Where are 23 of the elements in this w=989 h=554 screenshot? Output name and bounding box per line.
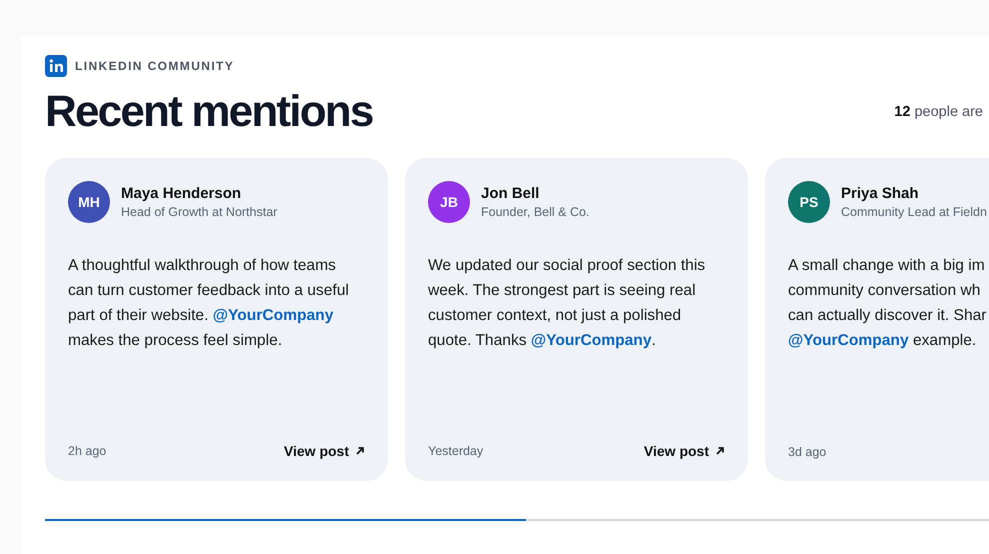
post-time: Yesterday bbox=[428, 444, 484, 458]
avatar: JB bbox=[428, 181, 470, 223]
author-name: Priya Shah bbox=[841, 185, 920, 202]
author-name: Maya Henderson bbox=[121, 185, 242, 202]
people-count: 12 people are bbox=[894, 104, 983, 120]
arrow-icon bbox=[715, 446, 725, 456]
page-title: Recent mentions bbox=[45, 87, 373, 137]
avatar: MH bbox=[68, 181, 110, 223]
view-post-link[interactable]: View post bbox=[644, 443, 725, 459]
avatar: PS bbox=[788, 181, 830, 223]
author-role: Head of Growth at Northstar bbox=[121, 205, 278, 219]
post-time: 2h ago bbox=[68, 444, 106, 458]
author-role: Community Lead at Fieldn bbox=[841, 205, 987, 219]
author-name: Jon Bell bbox=[481, 185, 540, 202]
post-text: We updated our social proof section this week. The strongest part is seeing real customer context, not just a polished quote. Thanks @YourCompany. bbox=[428, 256, 706, 351]
arrow-icon bbox=[355, 446, 365, 456]
section-label: LINKEDIN COMMUNITY bbox=[75, 59, 234, 73]
post-text: A small change with a big im community conversation wh can actually discover it. Shar @YourCompany example. bbox=[788, 256, 988, 351]
post-time: 3d ago bbox=[788, 445, 826, 459]
view-post-link[interactable]: View post bbox=[284, 443, 365, 459]
author-role: Founder, Bell & Co. bbox=[481, 205, 590, 219]
linkedin-logo-icon bbox=[45, 55, 67, 77]
post-text: A thoughtful walkthrough of how teams can turn customer feedback into a useful part of their website. @YourCompany makes the process feel simple. bbox=[68, 256, 350, 351]
